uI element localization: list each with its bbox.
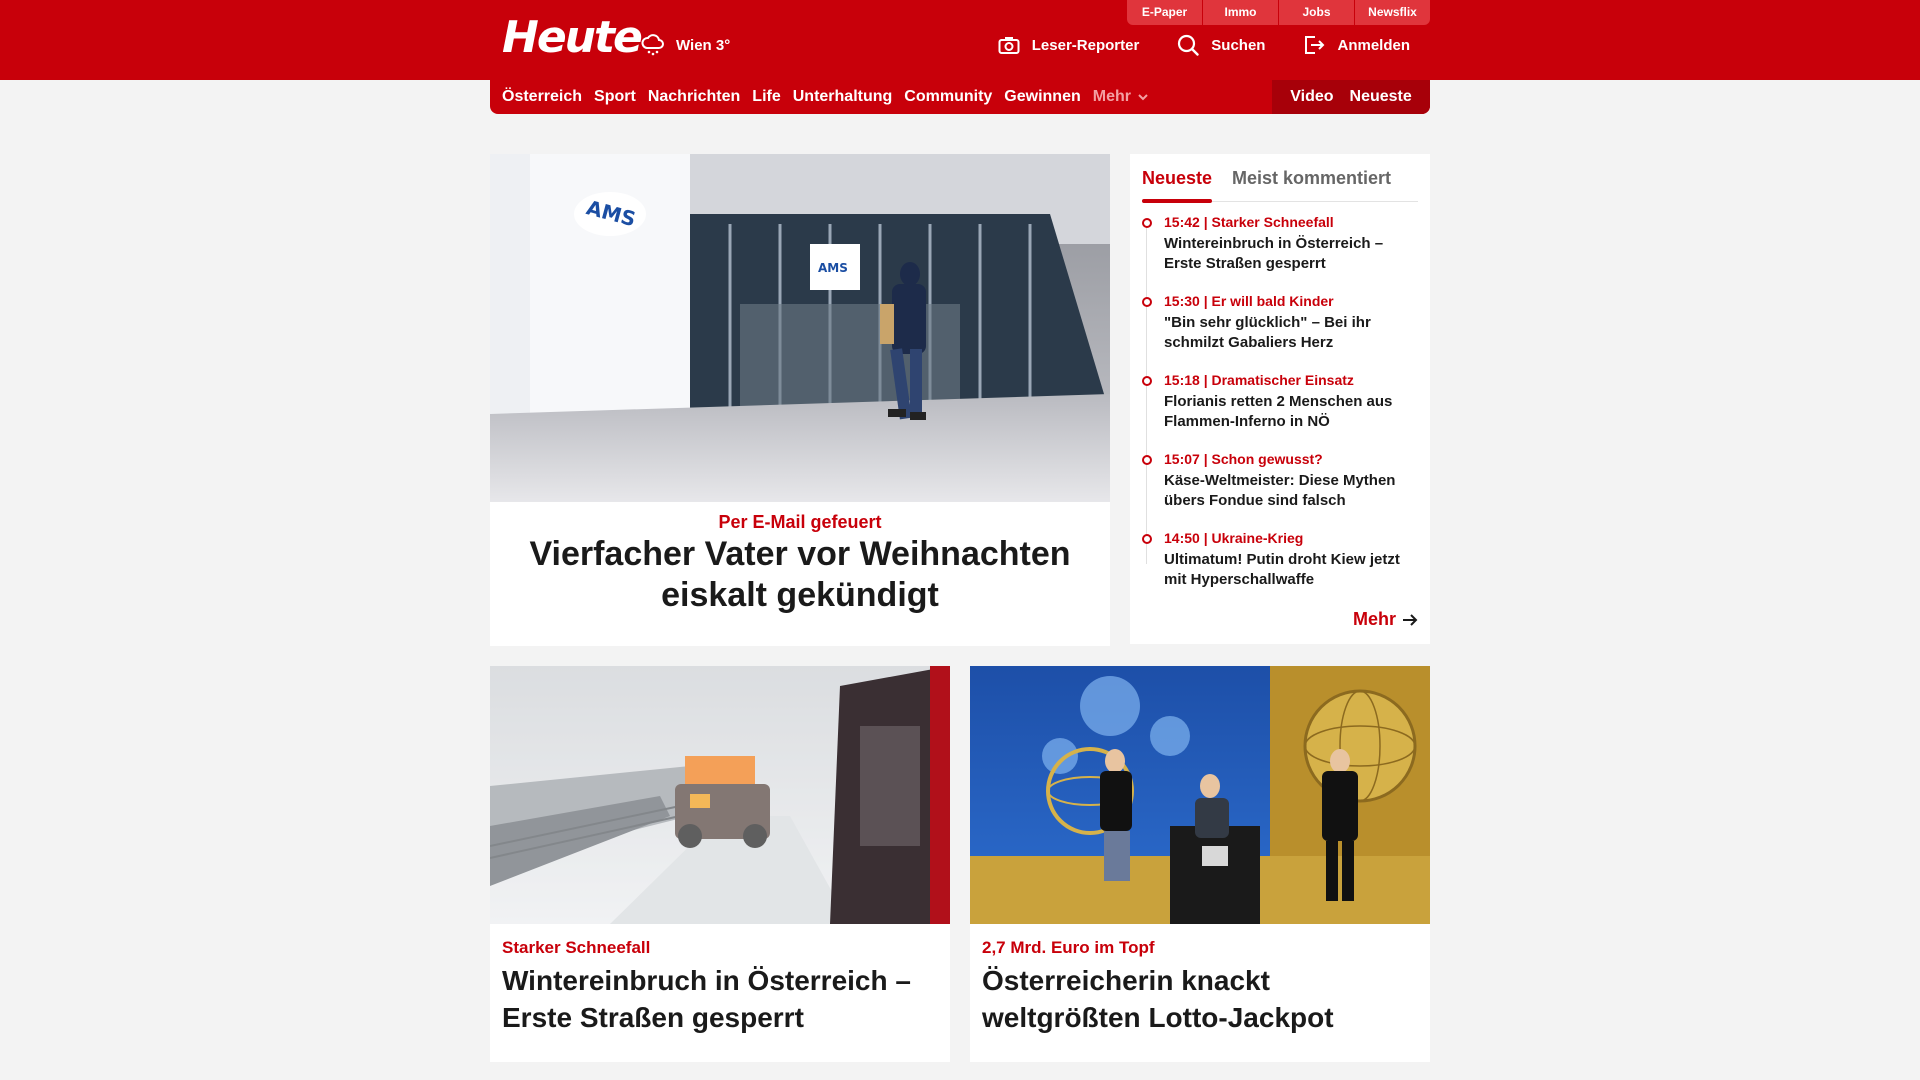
mehr-link[interactable]: Mehr bbox=[1353, 609, 1418, 630]
nav-item-mehr[interactable]: Mehr bbox=[1093, 88, 1150, 106]
top-link-newsflix[interactable]: Newsflix bbox=[1355, 0, 1430, 25]
hero-kicker: Per E-Mail gefeuert bbox=[718, 512, 882, 532]
arrow-right-icon bbox=[1403, 613, 1418, 626]
article-image[interactable] bbox=[490, 666, 950, 924]
card-headline[interactable]: Wintereinbruch in Österreich – Erste Str… bbox=[502, 962, 932, 1036]
snow-cloud-icon bbox=[641, 34, 664, 56]
hero-headline[interactable]: Vierfacher Vater vor Weihnachten eiskalt… bbox=[510, 534, 1090, 616]
item-meta: 14:50 | Ukraine-Krieg bbox=[1164, 530, 1304, 546]
timeline-dot bbox=[1142, 376, 1152, 386]
mehr-label: Mehr bbox=[1352, 609, 1396, 629]
item-meta: 15:07 | Schon gewusst? bbox=[1164, 451, 1323, 467]
nav-item-unterhaltung[interactable]: Unterhaltung bbox=[793, 88, 893, 106]
item-title[interactable]: "Bin sehr glücklich" – Bei ihr schmilzt … bbox=[1164, 313, 1422, 353]
nav-item-oesterreich[interactable]: Österreich bbox=[502, 88, 582, 106]
weather-widget[interactable]: Wien 3° bbox=[640, 30, 730, 60]
sidebar-tabs: Neueste Meist kommentiert bbox=[1142, 164, 1418, 203]
news-sidebar: Neueste Meist kommentiert 15:42 | Starke… bbox=[1130, 154, 1430, 644]
leser-reporter-button[interactable]: Leser-Reporter bbox=[998, 35, 1140, 55]
tab-meist-kommentiert[interactable]: Meist kommentiert bbox=[1232, 168, 1391, 189]
active-tab-indicator bbox=[1142, 199, 1212, 203]
header-actions: Leser-Reporter Suchen Anmelden bbox=[960, 34, 1410, 56]
chevron-down-icon bbox=[1138, 94, 1148, 101]
nav-item-sport[interactable]: Sport bbox=[594, 88, 636, 106]
header-inner: Heute Wien 3° E-Paper Immo Jobs Newsflix… bbox=[490, 0, 1430, 80]
nav-item-nachrichten[interactable]: Nachrichten bbox=[648, 88, 740, 106]
item-title[interactable]: Käse-Weltmeister: Diese Mythen übers Fon… bbox=[1164, 471, 1422, 511]
item-title[interactable]: Ultimatum! Putin droht Kiew jetzt mit Hy… bbox=[1164, 550, 1422, 590]
weather-text: Wien 3° bbox=[676, 36, 731, 54]
timeline-line bbox=[1146, 224, 1147, 564]
leser-reporter-label: Leser-Reporter bbox=[1031, 36, 1140, 54]
svg-text:AMS: AMS bbox=[818, 261, 848, 275]
article-card[interactable]: 2,7 Mrd. Euro im Topf Österreicherin kna… bbox=[970, 666, 1430, 1062]
card-headline[interactable]: Österreicherin knackt weltgrößten Lotto-… bbox=[982, 962, 1412, 1036]
nav-item-gewinnen[interactable]: Gewinnen bbox=[1004, 88, 1080, 106]
top-link-epaper[interactable]: E-Paper bbox=[1127, 0, 1202, 25]
item-title[interactable]: Wintereinbruch in Österreich – Erste Str… bbox=[1164, 234, 1422, 274]
search-label: Suchen bbox=[1211, 36, 1266, 54]
timeline-dot bbox=[1142, 297, 1152, 307]
camera-icon bbox=[998, 37, 1020, 54]
hero-image[interactable]: AMS AMS bbox=[490, 154, 1110, 502]
search-button[interactable]: Suchen bbox=[1177, 34, 1265, 56]
login-icon bbox=[1305, 36, 1325, 54]
main-nav: Österreich Sport Nachrichten Life Unterh… bbox=[490, 80, 1430, 114]
timeline-dot bbox=[1142, 455, 1152, 465]
item-meta: 15:30 | Er will bald Kinder bbox=[1164, 293, 1334, 309]
nav-mehr-label: Mehr bbox=[1092, 88, 1131, 105]
item-meta: 15:42 | Starker Schneefall bbox=[1164, 214, 1334, 230]
nav-item-community[interactable]: Community bbox=[904, 88, 992, 106]
timeline-dot bbox=[1142, 218, 1152, 228]
hero-article[interactable]: AMS AMS Per E-Mail gefeuert Vierfacher V… bbox=[490, 154, 1110, 646]
item-title[interactable]: Florianis retten 2 Menschen aus Flammen-… bbox=[1164, 392, 1422, 432]
site-header: Heute Wien 3° E-Paper Immo Jobs Newsflix… bbox=[0, 0, 1920, 80]
top-link-jobs[interactable]: Jobs bbox=[1279, 0, 1354, 25]
nav-items: Österreich Sport Nachrichten Life Unterh… bbox=[502, 80, 1162, 114]
article-image[interactable] bbox=[970, 666, 1430, 924]
nav-right: Video Neueste bbox=[1272, 80, 1430, 114]
login-label: Anmelden bbox=[1337, 36, 1410, 54]
login-button[interactable]: Anmelden bbox=[1303, 35, 1410, 55]
article-card[interactable]: Starker Schneefall Wintereinbruch in Öst… bbox=[490, 666, 950, 1062]
nav-item-life[interactable]: Life bbox=[752, 88, 780, 106]
nav-item-neueste[interactable]: Neueste bbox=[1350, 88, 1412, 106]
top-link-immo[interactable]: Immo bbox=[1203, 0, 1278, 25]
card-kicker: Starker Schneefall bbox=[502, 938, 651, 957]
search-icon bbox=[1178, 34, 1199, 56]
timeline-dot bbox=[1142, 534, 1152, 544]
tab-neueste[interactable]: Neueste bbox=[1142, 168, 1212, 189]
item-meta: 15:18 | Dramatischer Einsatz bbox=[1164, 372, 1354, 388]
site-logo[interactable]: Heute bbox=[502, 12, 643, 63]
nav-item-video[interactable]: Video bbox=[1290, 88, 1333, 106]
top-links: E-Paper Immo Jobs Newsflix bbox=[1126, 0, 1430, 25]
card-kicker: 2,7 Mrd. Euro im Topf bbox=[982, 938, 1155, 957]
